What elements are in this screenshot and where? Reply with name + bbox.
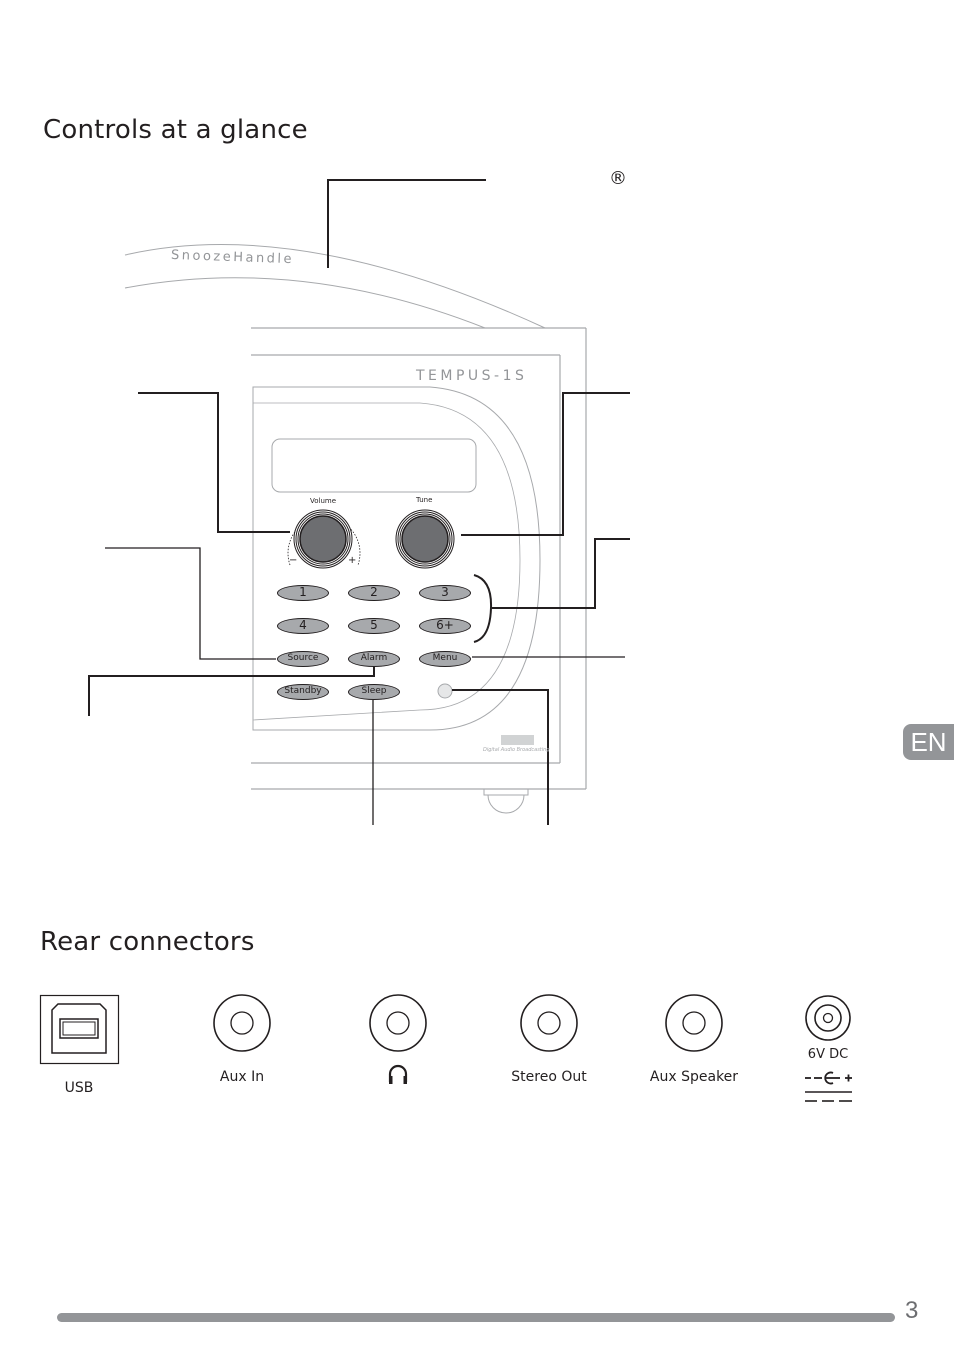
callout-snoozehandle — [327, 179, 486, 268]
menu-button[interactable]: Menu — [419, 651, 471, 667]
connector-label-aux-in: Aux In — [219, 1069, 265, 1085]
aux-speaker-jack-icon — [665, 994, 723, 1052]
device-foot — [483, 788, 529, 796]
connector-label-usb: USB — [64, 1080, 94, 1096]
dc-power-jack-icon — [805, 995, 851, 1041]
preset-button-2[interactable]: 2 — [348, 585, 400, 601]
standby-button[interactable]: Standby — [277, 684, 329, 700]
volume-plus: + — [348, 555, 357, 566]
display-window — [271, 438, 477, 493]
sleep-button[interactable]: Sleep — [348, 684, 400, 700]
model-name: TEMPUS-1S — [416, 368, 528, 384]
connector-label-stereo-out: Stereo Out — [511, 1069, 587, 1085]
preset-button-1[interactable]: 1 — [277, 585, 329, 601]
preset-button-4[interactable]: 4 — [277, 618, 329, 634]
dc-polarity-icon — [805, 1071, 852, 1102]
page-number: 3 — [905, 1297, 919, 1324]
language-tab[interactable]: EN — [903, 724, 954, 760]
alarm-button[interactable]: Alarm — [348, 651, 400, 667]
callout-presets — [492, 538, 630, 609]
preset-button-3[interactable]: 3 — [419, 585, 471, 601]
preset-button-6plus[interactable]: 6+ — [419, 618, 471, 634]
headphones-icon — [388, 1064, 408, 1084]
callout-alarm — [88, 667, 375, 716]
callout-volume — [138, 392, 290, 533]
preset-button-5[interactable]: 5 — [348, 618, 400, 634]
footer-bar — [57, 1313, 895, 1322]
dab-tagline: Digital Audio Broadcasting — [483, 747, 550, 753]
radio-front-diagram — [88, 179, 630, 825]
volume-minus: − — [289, 555, 298, 566]
volume-label: Volume — [310, 497, 337, 505]
tune-label: Tune — [416, 496, 433, 504]
connector-label-aux-speaker: Aux Speaker — [649, 1069, 739, 1085]
headphone-jack-icon — [369, 994, 427, 1052]
status-led — [437, 683, 453, 699]
preset-bracket — [473, 574, 493, 643]
callout-source — [105, 547, 276, 660]
dab-logo — [509, 727, 549, 747]
callout-led — [452, 689, 549, 825]
usb-port-icon — [39, 994, 120, 1065]
handle-inner-arc — [124, 277, 486, 329]
stereo-out-jack-icon — [520, 994, 578, 1052]
tune-knob — [395, 509, 455, 569]
registered-mark: ® — [609, 168, 627, 189]
section-title-rear: Rear connectors — [40, 927, 255, 957]
connector-label-dc: 6V DC — [807, 1047, 849, 1062]
aux-in-jack-icon — [213, 994, 271, 1052]
source-button[interactable]: Source — [277, 651, 329, 667]
callout-tune — [461, 392, 630, 536]
